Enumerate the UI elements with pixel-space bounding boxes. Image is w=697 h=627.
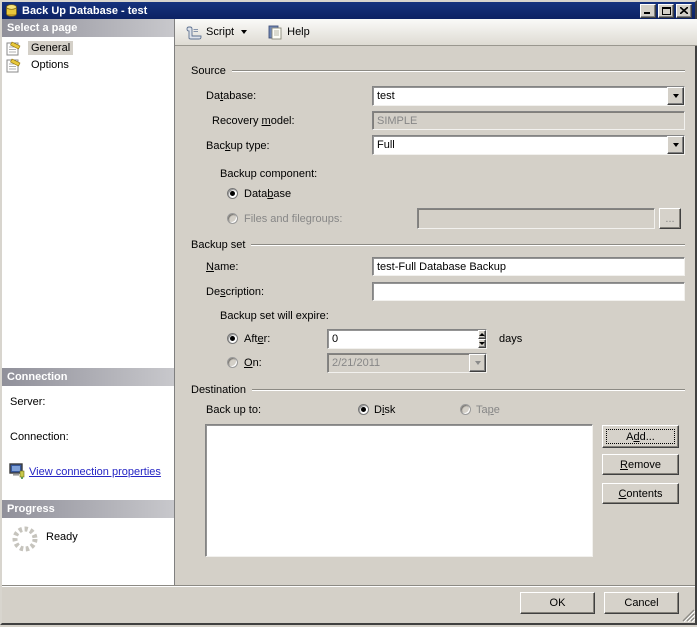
source-group-header: Source [191, 64, 685, 77]
help-button[interactable]: Help [262, 21, 315, 43]
maximize-button[interactable] [658, 3, 674, 18]
group-divider [252, 388, 685, 391]
expire-label: Backup set will expire: [220, 310, 329, 322]
backup-type-select[interactable]: Full [372, 135, 685, 155]
description-input[interactable] [372, 282, 685, 301]
group-divider [251, 243, 685, 246]
ok-button[interactable]: OK [520, 592, 595, 614]
after-radio-label: After: [244, 333, 271, 345]
page-icon [6, 58, 22, 73]
name-input[interactable] [372, 257, 685, 276]
back-up-to-label: Back up to: [206, 404, 262, 416]
help-button-label: Help [287, 26, 310, 38]
backup-type-select-value: Full [377, 139, 395, 151]
resize-grip[interactable] [682, 609, 696, 627]
script-icon [186, 25, 202, 40]
sidebar-item-label: General [28, 41, 74, 55]
expire-date-value: 2/21/2011 [332, 357, 381, 369]
sidebar-divider [174, 19, 175, 585]
database-radio-label: Database [244, 188, 292, 200]
disk-radio[interactable] [358, 404, 369, 415]
on-radio[interactable] [227, 357, 238, 368]
script-button[interactable]: Script [181, 21, 252, 43]
script-button-label: Script [206, 26, 235, 38]
group-divider [231, 69, 685, 72]
sidebar-item-general[interactable]: General [6, 40, 74, 56]
recovery-model-field: SIMPLE [372, 111, 685, 130]
window-title: Back Up Database - test [22, 4, 148, 17]
on-radio-label: On: [244, 357, 262, 369]
files-filegroups-radio[interactable] [227, 213, 238, 224]
files-filegroups-radio-label: Files and filegroups: [244, 213, 343, 225]
connection-header: Connection [2, 368, 174, 386]
chevron-down-icon[interactable] [667, 136, 684, 154]
browse-button: ... [659, 208, 681, 229]
backup-database-dialog: Back Up Database - test Select a page Ge… [0, 0, 697, 625]
backup-set-group-title: Backup set [191, 238, 246, 251]
database-select-value: test [377, 90, 395, 102]
chevron-down-icon[interactable] [241, 30, 248, 34]
toolbar: Script Help [175, 19, 697, 46]
days-label: days [499, 333, 523, 345]
tape-radio-label: Tape [476, 404, 500, 416]
titlebar[interactable]: Back Up Database - test [2, 2, 695, 19]
status-text: Ready [46, 531, 78, 543]
spin-down-icon[interactable] [478, 339, 486, 348]
connection-properties-icon [9, 463, 26, 484]
progress-header: Progress [2, 500, 174, 518]
minimize-button[interactable] [640, 3, 656, 18]
remove-button[interactable]: Remove [602, 454, 679, 475]
connection-label: Connection: [10, 431, 69, 443]
chevron-down-icon[interactable] [667, 87, 684, 105]
add-button[interactable]: Ad d... [602, 425, 679, 448]
spin-up-icon[interactable] [478, 330, 486, 339]
source-group-title: Source [191, 64, 226, 77]
after-days-input[interactable] [328, 330, 478, 348]
close-button[interactable] [676, 3, 692, 18]
description-label: Description: [206, 286, 265, 298]
destination-list[interactable] [205, 424, 593, 557]
progress-spinner-icon [10, 524, 40, 559]
destination-group-title: Destination [191, 383, 247, 396]
database-select[interactable]: test [372, 86, 685, 106]
view-connection-properties-link[interactable]: View connection properties [29, 466, 161, 478]
backup-set-group-header: Backup set [191, 238, 685, 251]
database-label: Database: [206, 90, 257, 102]
sidebar-item-options[interactable]: Options [6, 57, 72, 73]
backup-component-label: Backup component: [220, 168, 318, 180]
help-icon [267, 25, 283, 40]
after-days-stepper[interactable] [327, 329, 487, 349]
chevron-down-icon [469, 354, 486, 372]
database-radio[interactable] [227, 188, 238, 199]
after-radio[interactable] [227, 333, 238, 344]
contents-button[interactable]: Contents [602, 483, 679, 504]
files-filegroups-input [417, 208, 655, 229]
cancel-button[interactable]: Cancel [604, 592, 679, 614]
page-icon [6, 41, 22, 56]
expire-date-picker: 2/21/2011 [327, 353, 487, 373]
destination-group-header: Destination [191, 383, 685, 396]
database-icon [5, 4, 18, 17]
name-label: Name: [206, 261, 239, 273]
sidebar-item-label: Options [31, 59, 69, 71]
footer-divider [2, 585, 695, 587]
disk-radio-label: Disk [374, 404, 396, 416]
select-a-page-header: Select a page [2, 19, 174, 37]
server-label: Server: [10, 396, 46, 408]
recovery-model-label: Recovery model: [212, 115, 295, 127]
tape-radio[interactable] [460, 404, 471, 415]
backup-type-label: Backup type: [206, 140, 270, 152]
